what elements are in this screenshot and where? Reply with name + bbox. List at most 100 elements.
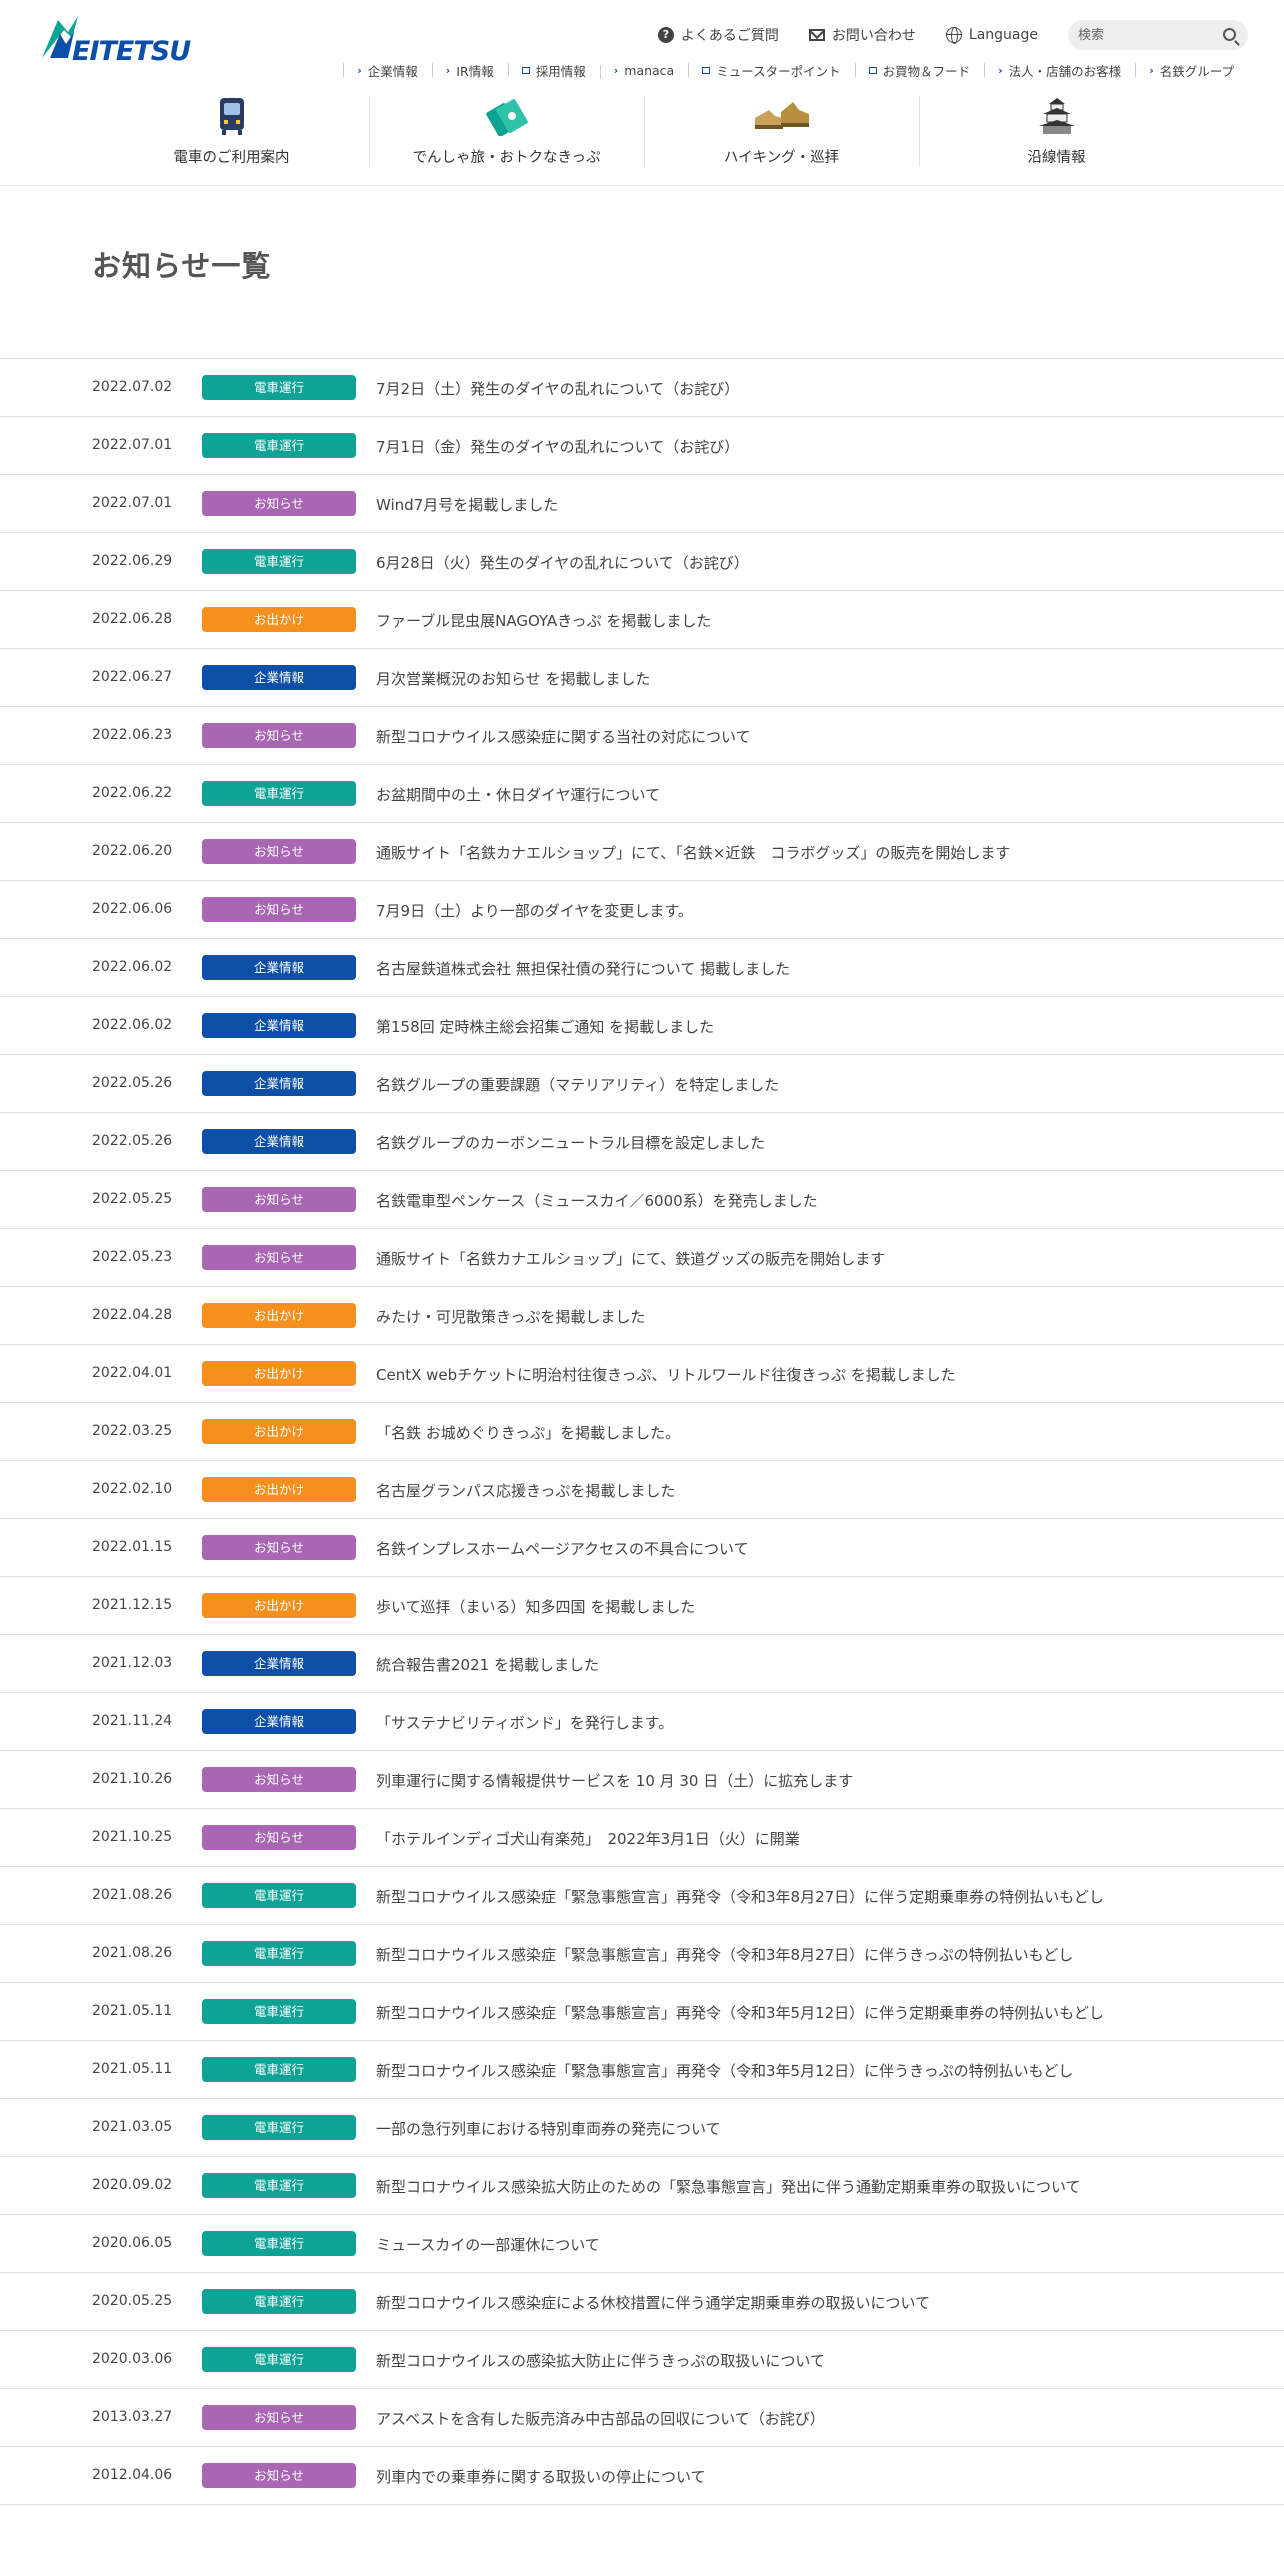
news-row[interactable]: 2022.03.25 お出かけ 「名鉄 お城めぐりきっぷ」を掲載しました。 xyxy=(0,1403,1284,1461)
news-category-badge: お出かけ xyxy=(202,1593,356,1618)
news-title-link[interactable]: 新型コロナウイルス感染症「緊急事態宣言」再発令（令和3年8月27日）に伴うきっぷ… xyxy=(376,1944,1073,1965)
news-row[interactable]: 2022.01.15 お知らせ 名鉄インプレスホームページアクセスの不具合について xyxy=(0,1519,1284,1577)
news-title-link[interactable]: 統合報告書2021 を掲載しました xyxy=(376,1654,599,1675)
news-row[interactable]: 2021.05.11 電車運行 新型コロナウイルス感染症「緊急事態宣言」再発令（令和… xyxy=(0,2041,1284,2099)
news-row[interactable]: 2022.04.01 お出かけ CentX webチケットに明治村往復きっぷ、リトル… xyxy=(0,1345,1284,1403)
news-title-link[interactable]: 一部の急行列車における特別車両券の発売について xyxy=(376,2118,721,2139)
news-title-link[interactable]: 7月1日（金）発生のダイヤの乱れについて（お詫び） xyxy=(376,436,739,457)
news-row[interactable]: 2021.08.26 電車運行 新型コロナウイルス感染症「緊急事態宣言」再発令（令和… xyxy=(0,1867,1284,1925)
news-row[interactable]: 2021.10.26 お知らせ 列車運行に関する情報提供サービスを 10 月 30 … xyxy=(0,1751,1284,1809)
sub-link[interactable]: 採用情報 xyxy=(507,61,600,80)
news-row[interactable]: 2022.07.02 電車運行 7月2日（土）発生のダイヤの乱れについて（お詫び） xyxy=(0,359,1284,417)
sub-link[interactable]: › 名鉄グループ xyxy=(1135,61,1248,80)
news-title-link[interactable]: 新型コロナウイルス感染症「緊急事態宣言」再発令（令和3年5月12日）に伴う定期乗… xyxy=(376,2002,1104,2023)
news-row[interactable]: 2022.07.01 電車運行 7月1日（金）発生のダイヤの乱れについて（お詫び） xyxy=(0,417,1284,475)
news-row[interactable]: 2021.03.05 電車運行 一部の急行列車における特別車両券の発売について xyxy=(0,2099,1284,2157)
news-row[interactable]: 2021.10.25 お知らせ 「ホテルインディゴ犬山有楽苑」 2022年3月1日（… xyxy=(0,1809,1284,1867)
nav-tickets[interactable]: でんしゃ旅・おトクなきっぷ xyxy=(369,90,644,178)
sub-link[interactable]: › manaca xyxy=(599,63,689,79)
news-title-link[interactable]: 「名鉄 お城めぐりきっぷ」を掲載しました。 xyxy=(376,1422,680,1443)
news-row[interactable]: 2022.06.20 お知らせ 通販サイト「名鉄カナエルショップ」にて、「名鉄×近鉄… xyxy=(0,823,1284,881)
news-title-link[interactable]: 列車内での乗車券に関する取扱いの停止について xyxy=(376,2466,706,2487)
language-link[interactable]: Language xyxy=(945,27,1038,44)
news-row[interactable]: 2013.03.27 お知らせ アスベストを含有した販売済み中古部品の回収について（… xyxy=(0,2389,1284,2447)
news-row[interactable]: 2022.06.27 企業情報 月次営業概況のお知らせ を掲載しました xyxy=(0,649,1284,707)
news-date: 2021.10.26 xyxy=(92,1771,173,1787)
news-title-link[interactable]: 歩いて巡拝（まいる）知多四国 を掲載しました xyxy=(376,1596,695,1617)
news-row[interactable]: 2022.05.25 お知らせ 名鉄電車型ペンケース（ミュースカイ／6000系）を発… xyxy=(0,1171,1284,1229)
news-row[interactable]: 2022.05.23 お知らせ 通販サイト「名鉄カナエルショップ」にて、鉄道グッズの… xyxy=(0,1229,1284,1287)
news-date: 2021.08.26 xyxy=(92,1945,173,1961)
meitetsu-logo[interactable]: EITETSU xyxy=(38,14,210,66)
news-title-link[interactable]: 通販サイト「名鉄カナエルショップ」にて、「名鉄×近鉄 コラボグッズ」の販売を開始… xyxy=(376,842,1010,863)
news-title-link[interactable]: ミュースカイの一部運休について xyxy=(376,2234,600,2255)
news-row[interactable]: 2021.05.11 電車運行 新型コロナウイルス感染症「緊急事態宣言」再発令（令和… xyxy=(0,1983,1284,2041)
news-date: 2022.01.15 xyxy=(92,1539,173,1555)
news-row[interactable]: 2020.09.02 電車運行 新型コロナウイルス感染拡大防止のための「緊急事態宣言… xyxy=(0,2157,1284,2215)
news-row[interactable]: 2020.03.06 電車運行 新型コロナウイルスの感染拡大防止に伴うきっぷの取扱い… xyxy=(0,2331,1284,2389)
news-title-link[interactable]: 「ホテルインディゴ犬山有楽苑」 2022年3月1日（火）に開業 xyxy=(376,1828,800,1849)
news-title-link[interactable]: 新型コロナウイルス感染拡大防止のための「緊急事態宣言」発出に伴う通勤定期乗車券の… xyxy=(376,2176,1081,2197)
news-row[interactable]: 2022.06.23 お知らせ 新型コロナウイルス感染症に関する当社の対応について xyxy=(0,707,1284,765)
news-row[interactable]: 2022.06.22 電車運行 お盆期間中の土・休日ダイヤ運行について xyxy=(0,765,1284,823)
nav-train-guide[interactable]: 電車のご利用案内 xyxy=(94,90,369,178)
sub-link[interactable]: › IR情報 xyxy=(431,61,508,80)
news-title-link[interactable]: 列車運行に関する情報提供サービスを 10 月 30 日（土）に拡充します xyxy=(376,1770,853,1791)
news-title-link[interactable]: 新型コロナウイルス感染症「緊急事態宣言」再発令（令和3年8月27日）に伴う定期乗… xyxy=(376,1886,1104,1907)
news-title-link[interactable]: 名古屋鉄道株式会社 無担保社債の発行について 掲載しました xyxy=(376,958,790,979)
news-row[interactable]: 2021.12.15 お出かけ 歩いて巡拝（まいる）知多四国 を掲載しました xyxy=(0,1577,1284,1635)
news-row[interactable]: 2020.05.25 電車運行 新型コロナウイルス感染症による休校措置に伴う通学定期… xyxy=(0,2273,1284,2331)
news-row[interactable]: 2021.11.24 企業情報 「サステナビリティボンド」を発行します。 xyxy=(0,1693,1284,1751)
news-title-link[interactable]: お盆期間中の土・休日ダイヤ運行について xyxy=(376,784,660,805)
news-row[interactable]: 2022.05.26 企業情報 名鉄グループのカーボンニュートラル目標を設定しました xyxy=(0,1113,1284,1171)
news-row[interactable]: 2022.06.06 お知らせ 7月9日（土）より一部のダイヤを変更します。 xyxy=(0,881,1284,939)
news-title-link[interactable]: 新型コロナウイルス感染症に関する当社の対応について xyxy=(376,726,751,747)
news-title-link[interactable]: 名古屋グランパス応援きっぷを掲載しました xyxy=(376,1480,675,1501)
news-title-link[interactable]: 新型コロナウイルス感染症「緊急事態宣言」再発令（令和3年5月12日）に伴うきっぷ… xyxy=(376,2060,1073,2081)
news-title-link[interactable]: 名鉄グループのカーボンニュートラル目標を設定しました xyxy=(376,1132,765,1153)
news-title-link[interactable]: 名鉄電車型ペンケース（ミュースカイ／6000系）を発売しました xyxy=(376,1190,818,1211)
news-title-link[interactable]: みたけ・可児散策きっぷを掲載しました xyxy=(376,1306,645,1327)
news-row[interactable]: 2022.02.10 お出かけ 名古屋グランパス応援きっぷを掲載しました xyxy=(0,1461,1284,1519)
news-title-link[interactable]: 7月2日（土）発生のダイヤの乱れについて（お詫び） xyxy=(376,378,739,399)
news-title-link[interactable]: 新型コロナウイルスの感染拡大防止に伴うきっぷの取扱いについて xyxy=(376,2350,825,2371)
news-row[interactable]: 2020.06.05 電車運行 ミュースカイの一部運休について xyxy=(0,2215,1284,2273)
faq-link[interactable]: ? よくあるご質問 xyxy=(657,25,779,45)
news-row[interactable]: 2022.05.26 企業情報 名鉄グループの重要課題（マテリアリティ）を特定しまし… xyxy=(0,1055,1284,1113)
news-date: 2022.05.26 xyxy=(92,1075,173,1091)
news-row[interactable]: 2022.04.28 お出かけ みたけ・可児散策きっぷを掲載しました xyxy=(0,1287,1284,1345)
news-title-link[interactable]: 通販サイト「名鉄カナエルショップ」にて、鉄道グッズの販売を開始します xyxy=(376,1248,885,1269)
news-title-link[interactable]: 月次営業概況のお知らせ を掲載しました xyxy=(376,668,650,689)
nav-hiking[interactable]: ハイキング・巡拝 xyxy=(644,90,919,178)
news-row[interactable]: 2022.07.01 お知らせ Wind7月号を掲載しました xyxy=(0,475,1284,533)
news-date: 2012.04.06 xyxy=(92,2467,173,2483)
news-row[interactable]: 2022.06.28 お出かけ ファーブル昆虫展NAGOYAきっぷ を掲載しました xyxy=(0,591,1284,649)
news-title-link[interactable]: 名鉄グループの重要課題（マテリアリティ）を特定しました xyxy=(376,1074,779,1095)
news-title-link[interactable]: CentX webチケットに明治村往復きっぷ、リトルワールド往復きっぷ を掲載し… xyxy=(376,1364,956,1385)
news-row[interactable]: 2012.04.06 お知らせ 列車内での乗車券に関する取扱いの停止について xyxy=(0,2447,1284,2505)
sub-link[interactable]: › 企業情報 xyxy=(343,61,432,80)
news-row[interactable]: 2022.06.02 企業情報 名古屋鉄道株式会社 無担保社債の発行について 掲載し… xyxy=(0,939,1284,997)
news-title-link[interactable]: 6月28日（火）発生のダイヤの乱れについて（お詫び） xyxy=(376,552,749,573)
news-title-link[interactable]: ファーブル昆虫展NAGOYAきっぷ を掲載しました xyxy=(376,610,711,631)
news-row[interactable]: 2021.12.03 企業情報 統合報告書2021 を掲載しました xyxy=(0,1635,1284,1693)
news-row[interactable]: 2021.08.26 電車運行 新型コロナウイルス感染症「緊急事態宣言」再発令（令和… xyxy=(0,1925,1284,1983)
news-title-link[interactable]: 7月9日（土）より一部のダイヤを変更します。 xyxy=(376,900,693,921)
news-category-badge: 電車運行 xyxy=(202,1941,356,1966)
news-title-link[interactable]: 第158回 定時株主総会招集ご通知 を掲載しました xyxy=(376,1016,714,1037)
news-title-link[interactable]: 新型コロナウイルス感染症による休校措置に伴う通学定期乗車券の取扱いについて xyxy=(376,2292,930,2313)
contact-link[interactable]: お問い合わせ xyxy=(808,25,916,45)
sub-link[interactable]: › 法人・店舗のお客様 xyxy=(984,61,1135,80)
news-title-link[interactable]: 「サステナビリティボンド」を発行します。 xyxy=(376,1712,673,1733)
sub-link[interactable]: ミュースターポイント xyxy=(688,61,854,80)
news-row[interactable]: 2022.06.02 企業情報 第158回 定時株主総会招集ご通知 を掲載しました xyxy=(0,997,1284,1055)
sub-link[interactable]: お買物＆フード xyxy=(854,61,985,80)
news-date: 2022.06.27 xyxy=(92,669,173,685)
news-title-link[interactable]: 名鉄インプレスホームページアクセスの不具合について xyxy=(376,1538,749,1559)
news-title-link[interactable]: Wind7月号を掲載しました xyxy=(376,494,558,515)
search-icon[interactable] xyxy=(1223,28,1236,41)
nav-area-info[interactable]: 沿線情報 xyxy=(919,90,1194,178)
search-input[interactable] xyxy=(1068,27,1208,43)
news-row[interactable]: 2022.06.29 電車運行 6月28日（火）発生のダイヤの乱れについて（お詫び） xyxy=(0,533,1284,591)
news-title-link[interactable]: アスベストを含有した販売済み中古部品の回収について（お詫び） xyxy=(376,2408,825,2429)
